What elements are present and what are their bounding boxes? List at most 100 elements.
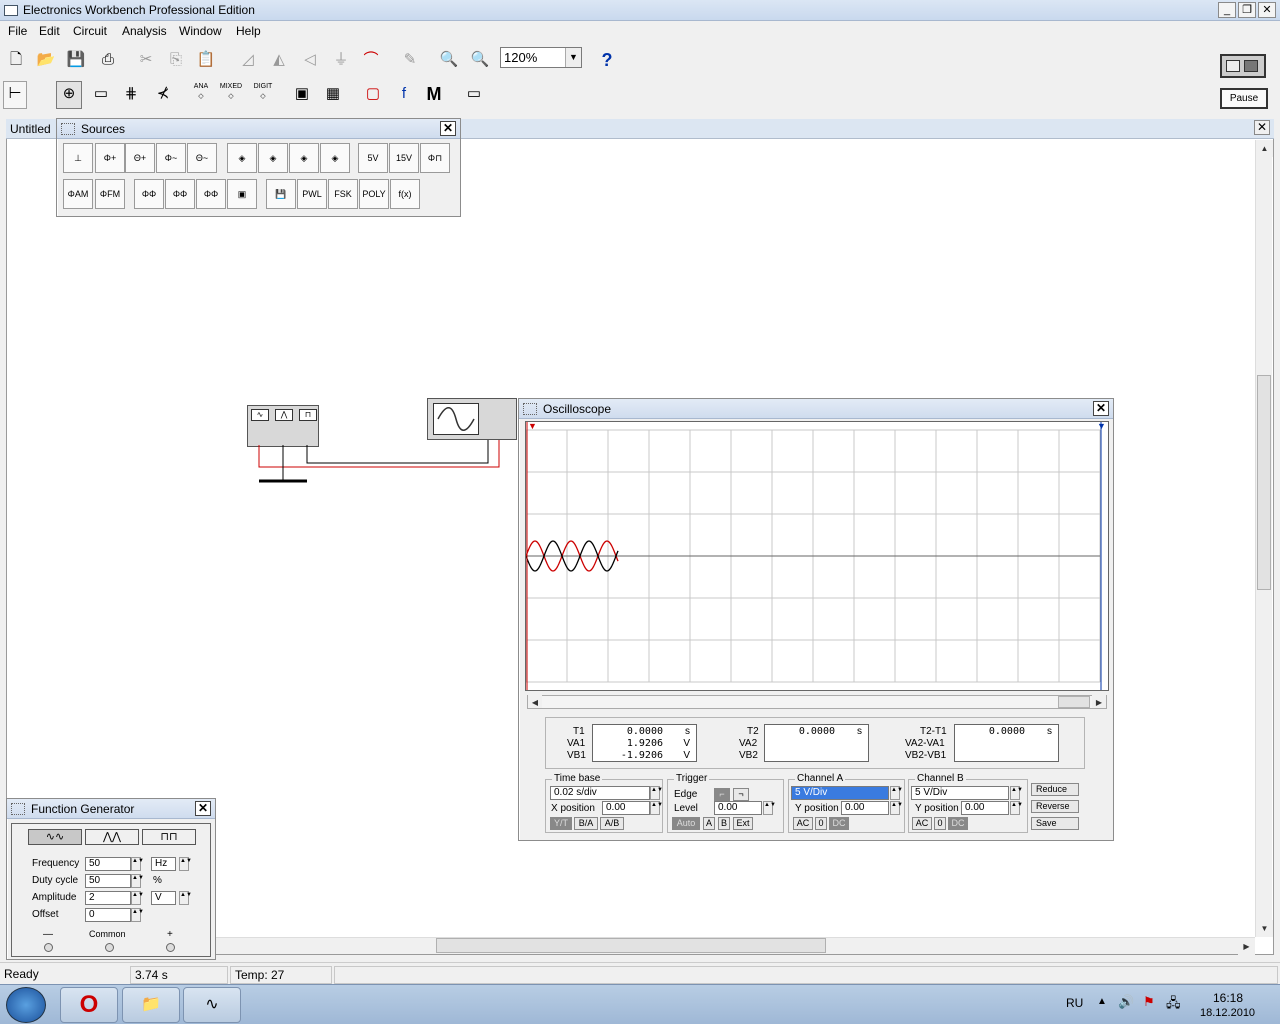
help-button[interactable]: ?	[594, 47, 620, 73]
vcvs-icon[interactable]: ◈	[227, 143, 257, 173]
ac-current-source-icon[interactable]: Θ~	[187, 143, 217, 173]
menu-circuit[interactable]: Circuit	[73, 24, 107, 38]
open-folder-icon[interactable]: 📂	[33, 47, 59, 73]
flip-horizontal-icon[interactable]: ◭	[266, 47, 292, 73]
channel-b-ypos-spinner[interactable]: ▲▼	[1010, 801, 1023, 815]
graph-icon[interactable]: ⌒	[358, 47, 384, 73]
oscilloscope-screen[interactable]	[525, 421, 1109, 691]
x-position-field[interactable]: 0.00	[602, 801, 650, 815]
language-indicator[interactable]: RU	[1066, 996, 1083, 1010]
action-center-icon[interactable]: ⚑	[1143, 994, 1155, 1010]
channel-b-ypos-field[interactable]: 0.00	[961, 801, 1009, 815]
component-properties-icon[interactable]: ✎	[397, 47, 423, 73]
network-icon[interactable]: 🖧	[1166, 994, 1181, 1016]
time-scrollbar[interactable]: ◀ ▶	[527, 694, 1107, 709]
scroll-right-icon[interactable]: ▶	[1238, 938, 1255, 955]
vctriangle-icon[interactable]: ΦΦ	[196, 179, 226, 209]
save-button[interactable]: Save	[1031, 817, 1079, 830]
sources-bin-icon[interactable]: ⊕	[56, 81, 82, 109]
pause-button[interactable]: Pause	[1220, 88, 1268, 109]
mixed-ic-bin-icon[interactable]: MIXED ◇	[218, 81, 244, 109]
channel-b-dc-button[interactable]: DC	[948, 817, 968, 830]
clock-source-icon[interactable]: Φ⊓	[420, 143, 450, 173]
scroll-left-icon[interactable]: ◀	[528, 694, 542, 708]
nonlinear-source-icon[interactable]: f(x)	[390, 179, 420, 209]
vcc-icon[interactable]: 5V	[358, 143, 388, 173]
channel-a-ypos-field[interactable]: 0.00	[841, 801, 889, 815]
channel-a-ac-button[interactable]: AC	[793, 817, 813, 830]
volume-icon[interactable]: 🔊	[1118, 994, 1134, 1010]
cursor-1-icon[interactable]: ▼	[528, 421, 537, 431]
level-spinner[interactable]: ▲▼	[763, 801, 776, 815]
channel-a-ypos-spinner[interactable]: ▲▼	[890, 801, 903, 815]
zoom-select[interactable]: 120% ▼	[500, 47, 582, 68]
copy-icon[interactable]: ⎘	[163, 47, 189, 73]
switch-source-icon[interactable]: ▣	[227, 179, 257, 209]
channel-b-ac-button[interactable]: AC	[912, 817, 932, 830]
triangle-wave-button[interactable]: ⋀⋀	[85, 829, 139, 845]
controls-bin-icon[interactable]: f	[391, 81, 417, 109]
diodes-bin-icon[interactable]: ⋕	[118, 81, 144, 109]
menu-window[interactable]: Window	[179, 24, 222, 38]
amplitude-unit-field[interactable]: V	[151, 891, 176, 905]
clock-date[interactable]: 18.12.2010	[1200, 1007, 1255, 1019]
frequency-unit-spinner[interactable]: ▲▼	[179, 857, 192, 871]
vcsquare-icon[interactable]: ΦΦ	[165, 179, 195, 209]
clock-time[interactable]: 16:18	[1213, 991, 1243, 1005]
frequency-field[interactable]: 50	[85, 857, 131, 871]
trigger-a-button[interactable]: A	[703, 817, 715, 830]
save-icon[interactable]: 💾	[63, 47, 89, 73]
close-button[interactable]: ✕	[1258, 2, 1276, 18]
offset-field[interactable]: 0	[85, 908, 131, 922]
ab-mode-button[interactable]: A/B	[600, 817, 624, 830]
basic-bin-icon[interactable]: ▭	[88, 81, 114, 109]
show-hidden-icons-icon[interactable]: ▲	[1097, 996, 1107, 1007]
horizontal-scroll-thumb[interactable]	[436, 938, 826, 953]
menu-edit[interactable]: Edit	[39, 24, 60, 38]
timebase-field[interactable]: 0.02 s/div	[550, 786, 650, 800]
timebase-spinner[interactable]: ▲▼	[650, 786, 663, 800]
indicators-bin-icon[interactable]: ▢	[360, 81, 386, 109]
reverse-button[interactable]: Reverse	[1031, 800, 1079, 813]
fm-source-icon[interactable]: ΦFM	[95, 179, 125, 209]
rotate-icon[interactable]: ◿	[235, 47, 261, 73]
scroll-down-icon[interactable]: ▼	[1256, 920, 1273, 937]
sources-panel-close-button[interactable]: ✕	[440, 121, 456, 136]
analog-ic-bin-icon[interactable]: ANA ◇	[188, 81, 214, 109]
power-switch[interactable]	[1220, 54, 1266, 78]
opera-taskbar-icon[interactable]: O	[60, 987, 118, 1023]
channel-a-scale-field[interactable]: 5 V/Div	[791, 786, 889, 800]
chevron-down-icon[interactable]: ▼	[565, 48, 581, 67]
file-source-icon[interactable]: 💾	[266, 179, 296, 209]
sine-wave-button[interactable]: ∿∿	[28, 829, 82, 845]
falling-edge-icon[interactable]: ¬	[733, 788, 749, 801]
print-icon[interactable]: ⎙	[95, 47, 121, 73]
minus-terminal[interactable]	[44, 943, 53, 952]
vertical-scrollbar[interactable]: ▲ ▼	[1255, 140, 1273, 937]
battery-icon[interactable]: Φ+	[95, 143, 125, 173]
am-source-icon[interactable]: ΦAM	[63, 179, 93, 209]
explorer-taskbar-icon[interactable]: 📁	[122, 987, 180, 1023]
instruments-bin-icon[interactable]: ▭	[461, 81, 487, 109]
workbench-taskbar-icon[interactable]: ∿	[183, 987, 241, 1023]
favorites-bin-icon[interactable]: ⊢	[3, 81, 27, 109]
frequency-spinner[interactable]: ▲▼	[131, 857, 144, 871]
menu-file[interactable]: File	[8, 24, 27, 38]
vcsine-icon[interactable]: ΦΦ	[134, 179, 164, 209]
frequency-unit-field[interactable]: Hz	[151, 857, 176, 871]
logic-gates-bin-icon[interactable]: ▣	[289, 81, 315, 109]
zoom-in-icon[interactable]: 🔍	[467, 47, 493, 73]
new-file-icon[interactable]: 🗋	[3, 47, 29, 73]
function-generator-close-button[interactable]: ✕	[195, 801, 211, 816]
oscilloscope-close-button[interactable]: ✕	[1093, 401, 1109, 416]
poly-source-icon[interactable]: POLY	[359, 179, 389, 209]
cut-icon[interactable]: ✂	[133, 47, 159, 73]
cccs-icon[interactable]: ◈	[320, 143, 350, 173]
amplitude-unit-spinner[interactable]: ▲▼	[179, 891, 192, 905]
rising-edge-icon[interactable]: ⌐	[714, 788, 730, 801]
common-terminal[interactable]	[105, 943, 114, 952]
x-position-spinner[interactable]: ▲▼	[650, 801, 663, 815]
minimize-button[interactable]: _	[1218, 2, 1236, 18]
start-button[interactable]	[6, 987, 46, 1023]
vertical-scroll-thumb[interactable]	[1257, 375, 1271, 590]
